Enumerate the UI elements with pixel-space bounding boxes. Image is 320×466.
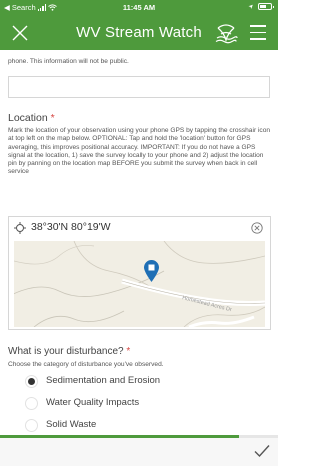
status-time: 11:45 AM: [122, 3, 156, 12]
survey-form: phone. This information will not be publ…: [0, 50, 278, 435]
crosshair-icon[interactable]: [14, 222, 26, 234]
radio-button[interactable]: [25, 375, 38, 388]
option-label: Solid Waste: [46, 419, 97, 430]
status-right: ➤: [247, 2, 274, 11]
location-services-icon: ➤: [247, 2, 256, 11]
disturbance-label-text: What is your disturbance?: [8, 346, 124, 357]
phone-input[interactable]: [8, 76, 270, 98]
hamburger-menu-icon[interactable]: [250, 25, 268, 41]
location-label: Location *: [8, 112, 55, 124]
radio-button[interactable]: [25, 397, 38, 410]
disturbance-label: What is your disturbance? *: [8, 346, 130, 357]
app-header: WV Stream Watch: [0, 16, 278, 50]
map-canvas: Homestead Acres Dr: [14, 241, 265, 327]
location-description: Mark the location of your observation us…: [8, 127, 271, 176]
option-label: Water Quality Impacts: [46, 397, 140, 408]
phone-hint: phone. This information will not be publ…: [8, 58, 129, 65]
option-water-quality-impacts[interactable]: Water Quality Impacts: [8, 394, 258, 414]
option-label: Sedimentation and Erosion: [46, 375, 161, 386]
option-solid-waste[interactable]: Solid Waste: [8, 416, 258, 435]
location-map-card: 38°30'N 80°19'W Homestead Acres Dr: [8, 216, 271, 330]
location-label-text: Location: [8, 112, 48, 124]
coordinates-readout: 38°30'N 80°19'W: [31, 221, 111, 233]
radio-button[interactable]: [25, 419, 38, 432]
status-bar: ◀ Search 11:45 AM ➤: [0, 0, 278, 16]
coordinate-row: 38°30'N 80°19'W: [9, 217, 270, 239]
option-sedimentation-erosion[interactable]: Sedimentation and Erosion: [8, 372, 258, 392]
bottom-toolbar: [0, 438, 278, 466]
disturbance-hint: Choose the category of disturbance you'v…: [8, 361, 164, 368]
clear-icon[interactable]: [251, 222, 263, 234]
location-map[interactable]: Homestead Acres Dr: [14, 241, 265, 327]
required-mark: *: [50, 112, 55, 124]
map-pin-icon[interactable]: [143, 259, 160, 283]
battery-icon: [258, 3, 274, 10]
stream-watch-logo-icon: [215, 24, 238, 44]
required-mark: *: [126, 346, 131, 357]
checkmark-icon[interactable]: [254, 444, 270, 458]
